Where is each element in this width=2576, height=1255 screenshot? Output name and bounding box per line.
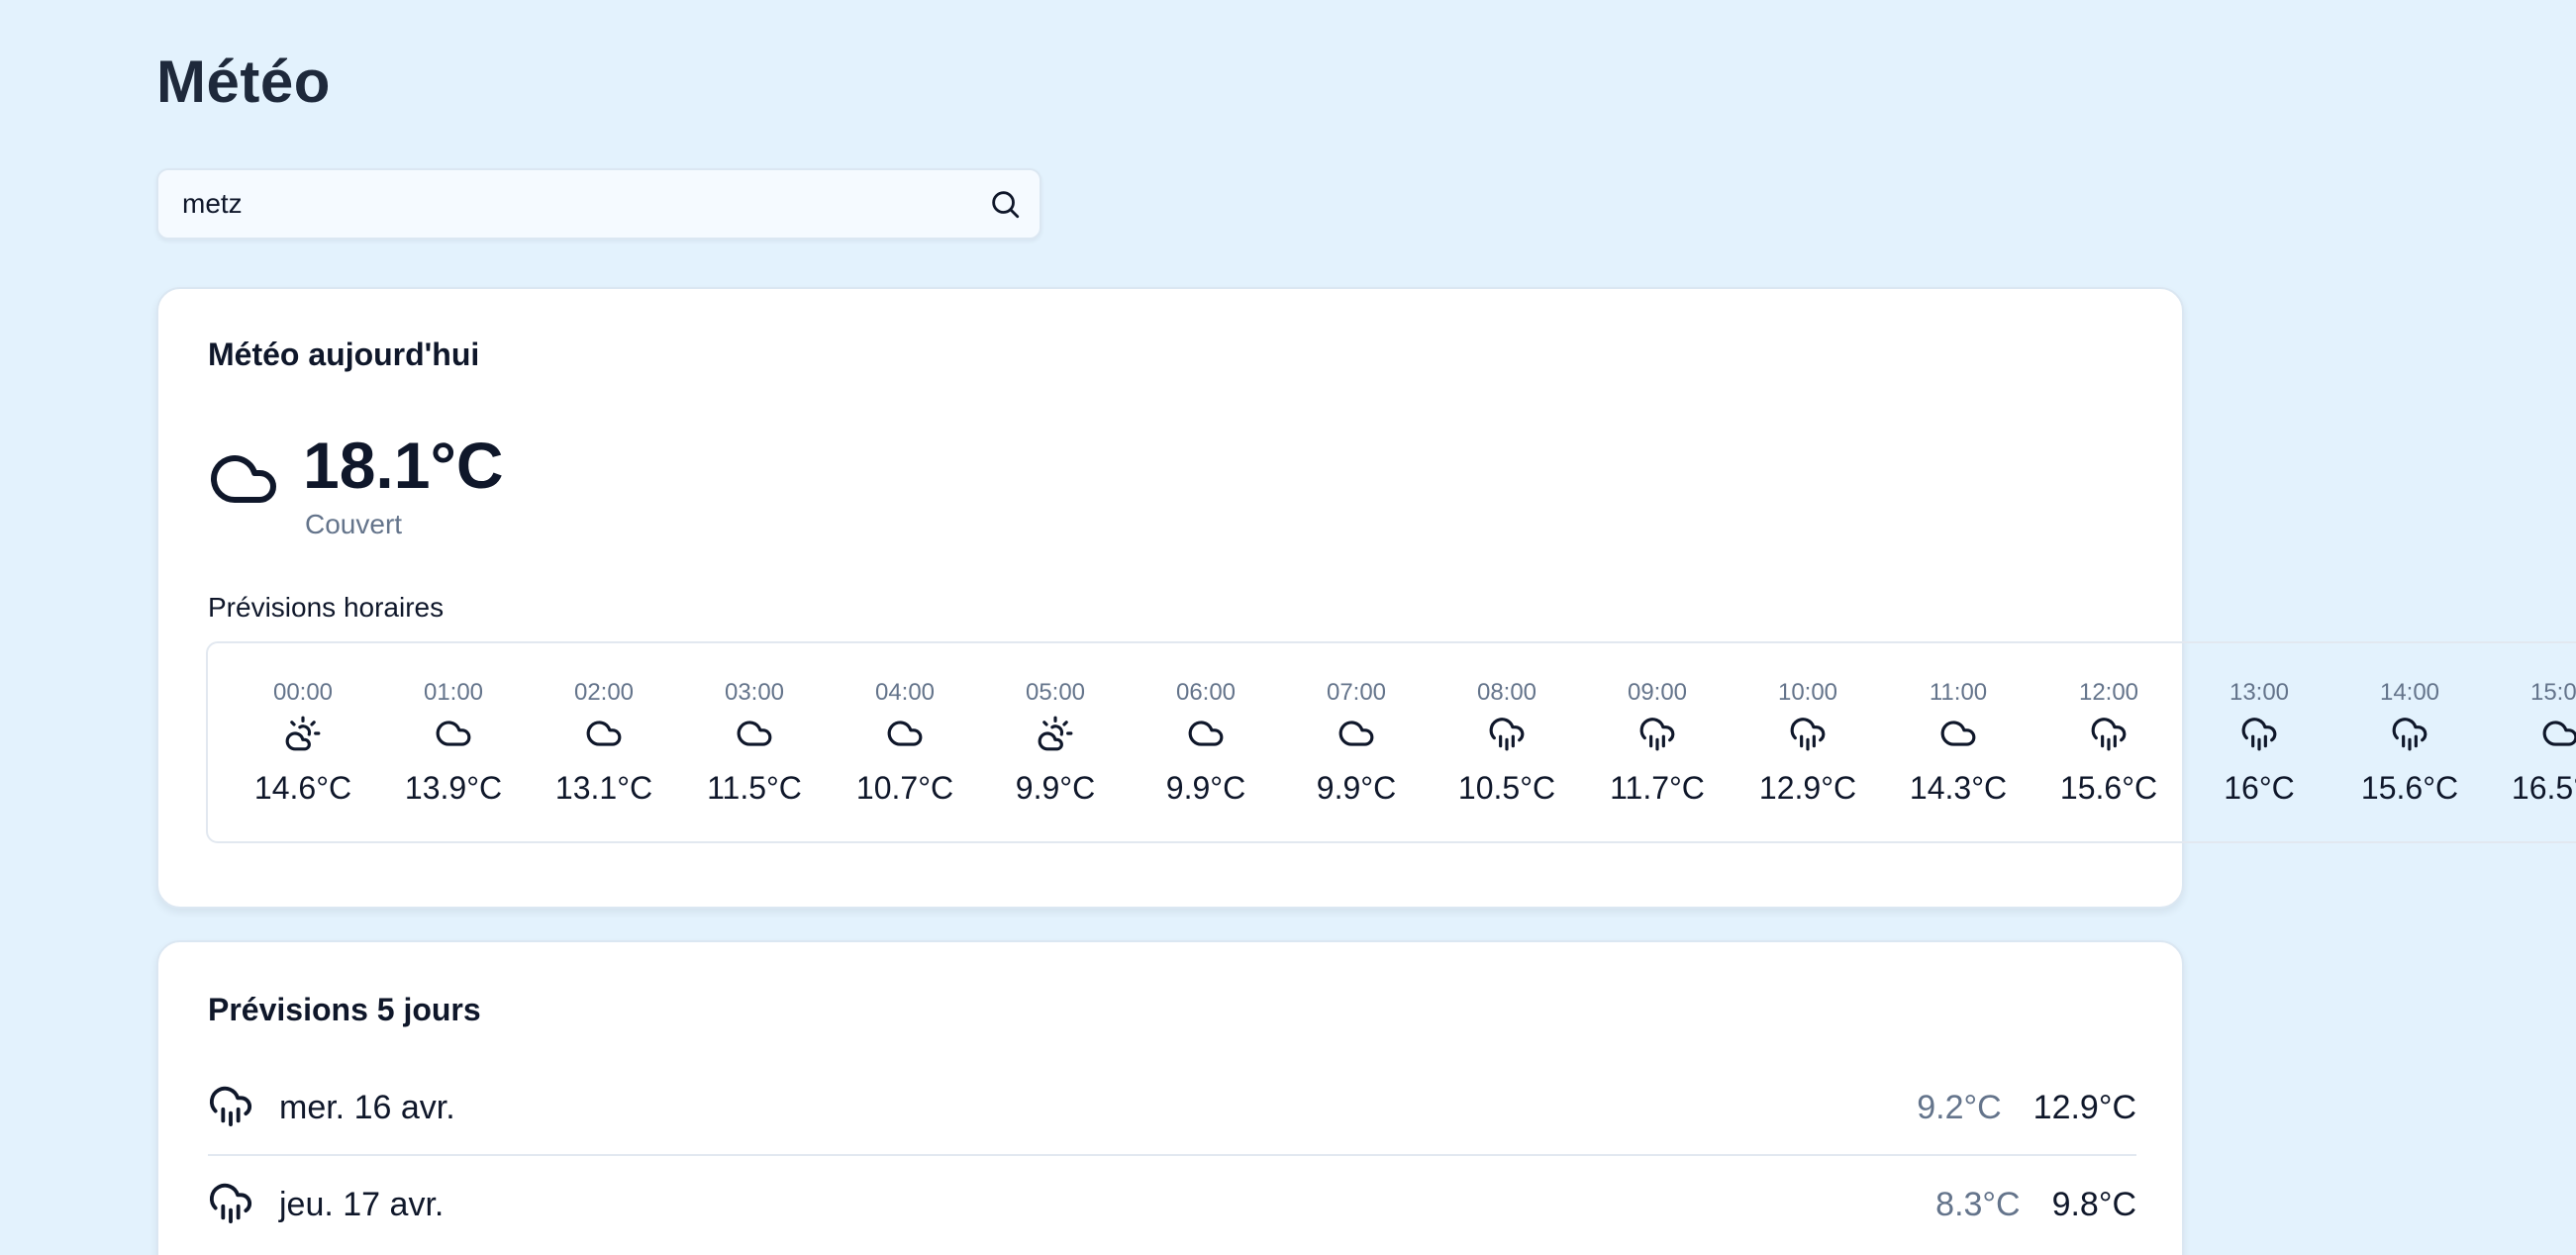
- hourly-time: 15:00: [2529, 679, 2576, 706]
- hourly-time: 05:00: [1025, 679, 1086, 706]
- hourly-item: 14:00 15.6°C: [2334, 643, 2485, 841]
- hourly-time: 00:00: [272, 679, 334, 706]
- rain-cloud-icon: [208, 1083, 253, 1128]
- hourly-time: 01:00: [423, 679, 484, 706]
- forecast-day-date: mer. 16 avr.: [279, 1089, 455, 1126]
- forecast-day-max: 9.8°C: [2051, 1186, 2136, 1223]
- cloud-icon: [2541, 715, 2576, 752]
- hourly-item: 00:00 14.6°C: [228, 643, 378, 841]
- hourly-time: 11:00: [1929, 679, 1988, 706]
- hourly-item: 07:00 9.9°C: [1281, 643, 1432, 841]
- search-icon[interactable]: [988, 187, 1022, 221]
- forecast-day-min: 8.3°C: [1935, 1186, 2021, 1223]
- hourly-time: 07:00: [1326, 679, 1387, 706]
- hourly-time: 08:00: [1476, 679, 1537, 706]
- hourly-item: 04:00 10.7°C: [830, 643, 980, 841]
- cloud-icon: [1187, 715, 1225, 752]
- hourly-time: 02:00: [573, 679, 635, 706]
- hourly-forecast-strip[interactable]: 00:00 14.6°C 01:00 13.9°C 02:00 13.1°C 03:00 11…: [206, 641, 2576, 843]
- hourly-time: 09:00: [1627, 679, 1688, 706]
- cloud-icon: [1939, 715, 1977, 752]
- page-title: Météo: [156, 48, 331, 115]
- hourly-item: 06:00 9.9°C: [1131, 643, 1281, 841]
- rain-cloud-icon: [208, 1180, 253, 1225]
- forecast-day-row: jeu. 17 avr. 8.3°C 9.8°C: [208, 1156, 2136, 1251]
- hourly-item: 10:00 12.9°C: [1733, 643, 1883, 841]
- hourly-time: 14:00: [2379, 679, 2440, 706]
- forecast-day-date: jeu. 17 avr.: [279, 1186, 445, 1223]
- hourly-item: 03:00 11.5°C: [679, 643, 830, 841]
- current-description: Couvert: [305, 509, 403, 539]
- hourly-item: 02:00 13.1°C: [529, 643, 679, 841]
- hourly-time: 04:00: [874, 679, 936, 706]
- search-input[interactable]: [182, 170, 954, 238]
- hourly-item: 09:00 11.7°C: [1582, 643, 1733, 841]
- forecast-day-temps: 9.2°C 12.9°C: [1917, 1089, 2136, 1127]
- rain-cloud-icon: [1638, 715, 1676, 752]
- weather-page: Météo Météo aujourd'hui 18.1°C Couvert P…: [0, 0, 2576, 1255]
- forecast-day-min: 9.2°C: [1917, 1089, 2002, 1126]
- rain-cloud-icon: [1789, 715, 1827, 752]
- cloud-icon: [585, 715, 623, 752]
- hourly-time: 03:00: [724, 679, 785, 706]
- rain-cloud-icon: [1488, 715, 1526, 752]
- current-temperature: 18.1°C: [303, 429, 504, 502]
- cloud-icon: [435, 715, 472, 752]
- cloud-icon: [208, 443, 279, 515]
- cloud-icon: [736, 715, 773, 752]
- rain-cloud-icon: [2090, 715, 2128, 752]
- hourly-item: 05:00 9.9°C: [980, 643, 1131, 841]
- hourly-time: 10:00: [1777, 679, 1838, 706]
- hourly-time: 12:00: [2078, 679, 2139, 706]
- hourly-temperature: 16.5°C: [2511, 770, 2576, 806]
- forecast-day-row: mer. 16 avr. 9.2°C 12.9°C: [208, 1059, 2136, 1156]
- forecast-day-max: 12.9°C: [2032, 1089, 2136, 1126]
- hourly-item: 12:00 15.6°C: [2033, 643, 2184, 841]
- rain-cloud-icon: [2391, 715, 2428, 752]
- forecast-title: Prévisions 5 jours: [208, 992, 481, 1027]
- search-bar: [156, 168, 1041, 240]
- today-title: Météo aujourd'hui: [208, 337, 480, 372]
- hourly-item: 01:00 13.9°C: [378, 643, 529, 841]
- forecast-card: Prévisions 5 jours mer. 16 avr. 9.2°C 12.…: [156, 940, 2184, 1255]
- hourly-time: 06:00: [1175, 679, 1237, 706]
- rain-cloud-icon: [2240, 715, 2278, 752]
- hourly-item: 11:00 14.3°C: [1883, 643, 2033, 841]
- partly-cloudy-icon: [284, 715, 322, 752]
- forecast-day-temps: 8.3°C 9.8°C: [1935, 1186, 2136, 1224]
- hourly-item: 13:00 16°C: [2184, 643, 2334, 841]
- hourly-time: 13:00: [2229, 679, 2290, 706]
- partly-cloudy-icon: [1037, 715, 1074, 752]
- hourly-item: 08:00 10.5°C: [1432, 643, 1582, 841]
- hourly-title: Prévisions horaires: [208, 592, 445, 623]
- cloud-icon: [886, 715, 924, 752]
- hourly-item: 15:00 16.5°C: [2485, 643, 2576, 841]
- cloud-icon: [1338, 715, 1375, 752]
